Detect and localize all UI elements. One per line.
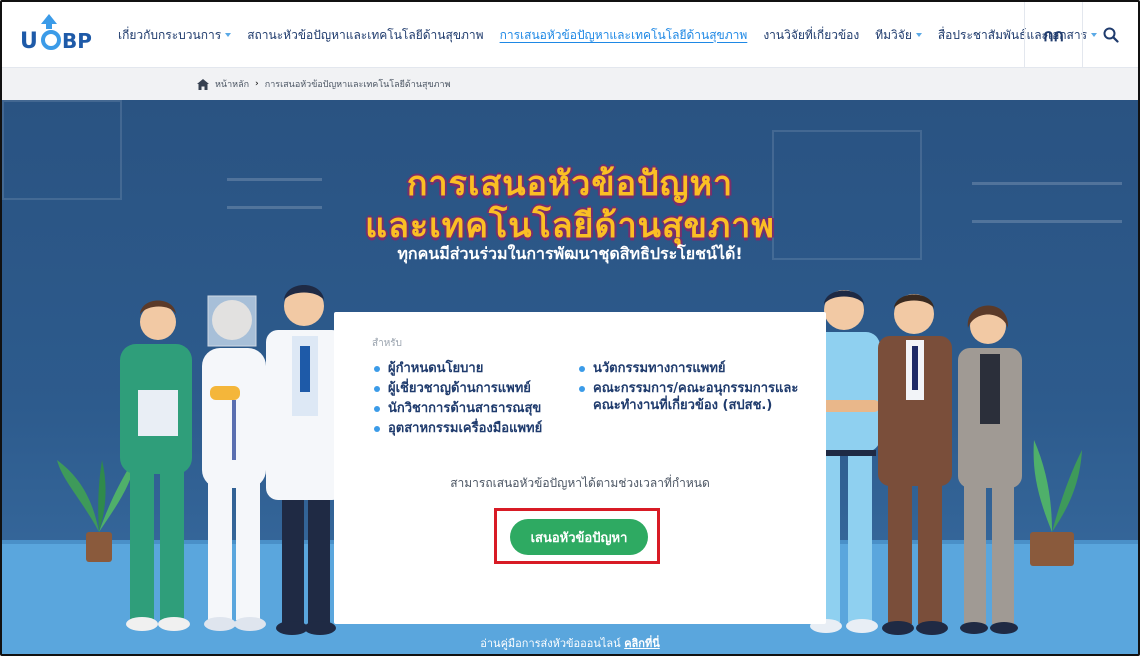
- plant-right-icon: [1030, 440, 1082, 566]
- nav-item-status[interactable]: สถานะหัวข้อปัญหาและเทคโนโลยีด้านสุขภาพ: [239, 2, 491, 68]
- nav-label: การเสนอหัวข้อปัญหาและเทคโนโลยีด้านสุขภาพ: [499, 27, 748, 42]
- ppe-worker-figure: [202, 295, 266, 631]
- doctor-figure: [266, 285, 344, 635]
- breadcrumb-home-link[interactable]: หน้าหลัก: [215, 77, 249, 91]
- businessman-figure: [878, 294, 952, 635]
- search-button[interactable]: [1082, 2, 1138, 68]
- nav-item-research[interactable]: งานวิจัยที่เกี่ยวข้อง: [755, 2, 867, 68]
- nav-item-team[interactable]: ทีมวิจัย: [867, 2, 930, 68]
- chevron-down-icon: [225, 33, 232, 37]
- search-icon: [1103, 27, 1119, 43]
- audience-list-right: นวัตกรรมทางการแพทย์ คณะกรรมการ/คณะอนุกรร…: [579, 360, 809, 417]
- nav-item-proposal[interactable]: การเสนอหัวข้อปัญหาและเทคโนโลยีด้านสุขภาพ: [492, 2, 756, 68]
- list-item: นวัตกรรมทางการแพทย์: [579, 360, 809, 377]
- guide-label: อ่านคู่มือการส่งหัวข้อออนไลน์: [480, 637, 621, 650]
- list-item: นักวิชาการด้านสาธารณสุข: [374, 400, 584, 417]
- language-toggle-button[interactable]: กก: [1024, 2, 1082, 68]
- plant-left-icon: [57, 455, 137, 562]
- breadcrumb: หน้าหลัก › การเสนอหัวข้อปัญหาและเทคโนโลย…: [2, 68, 1138, 100]
- site-header: U BP เกี่ยวกับกระบวนการ สถานะหัวข้อปัญหา…: [2, 2, 1138, 68]
- guide-click-here-link[interactable]: คลิกที่นี่: [624, 637, 660, 650]
- nav-label: ทีมวิจัย: [875, 27, 912, 42]
- svg-text:U: U: [20, 29, 38, 54]
- audience-label: สำหรับ: [372, 338, 403, 349]
- nav-label: สถานะหัวข้อปัญหาและเทคโนโลยีด้านสุขภาพ: [247, 27, 484, 42]
- page-frame: U BP เกี่ยวกับกระบวนการ สถานะหัวข้อปัญหา…: [0, 0, 1140, 656]
- businesswoman-figure: [958, 305, 1022, 634]
- chevron-right-icon: ›: [255, 79, 259, 89]
- audience-list-left: ผู้กำหนดนโยบาย ผู้เชี่ยวชาญด้านการแพทย์ …: [374, 360, 584, 440]
- online-guide-text: อ่านคู่มือการส่งหัวข้อออนไลน์ คลิกที่นี่: [2, 634, 1138, 652]
- breadcrumb-current: การเสนอหัวข้อปัญหาและเทคโนโลยีด้านสุขภาพ: [264, 80, 451, 90]
- list-item: ผู้กำหนดนโยบาย: [374, 360, 584, 377]
- hero-banner: การเสนอหัวข้อปัญหา และเทคโนโลยีด้านสุขภา…: [2, 100, 1138, 654]
- list-item: คณะกรรมการ/คณะอนุกรรมการและคณะทำงานที่เก…: [579, 380, 809, 414]
- nav-item-about[interactable]: เกี่ยวกับกระบวนการ: [110, 2, 239, 68]
- main-nav: เกี่ยวกับกระบวนการ สถานะหัวข้อปัญหาและเท…: [110, 2, 1105, 68]
- language-label: กก: [1043, 25, 1064, 46]
- ucbp-logo[interactable]: U BP: [18, 12, 96, 54]
- nav-label: งานวิจัยที่เกี่ยวข้อง: [763, 27, 860, 42]
- submit-topic-button[interactable]: เสนอหัวข้อปัญหา: [510, 519, 648, 555]
- nurse-figure: [120, 300, 192, 631]
- svg-text:BP: BP: [62, 29, 92, 53]
- chevron-down-icon: [915, 33, 922, 37]
- list-item: ผู้เชี่ยวชาญด้านการแพทย์: [374, 380, 584, 397]
- submission-period-note: สามารถเสนอหัวข้อปัญหาได้ตามช่วงเวลาที่กำ…: [450, 476, 710, 490]
- home-icon[interactable]: [197, 78, 209, 90]
- nav-label: เกี่ยวกับกระบวนการ: [118, 27, 222, 42]
- audience-card: สำหรับ ผู้กำหนดนโยบาย ผู้เชี่ยวชาญด้านกา…: [334, 312, 826, 624]
- list-item: อุตสาหกรรมเครื่องมือแพทย์: [374, 420, 584, 437]
